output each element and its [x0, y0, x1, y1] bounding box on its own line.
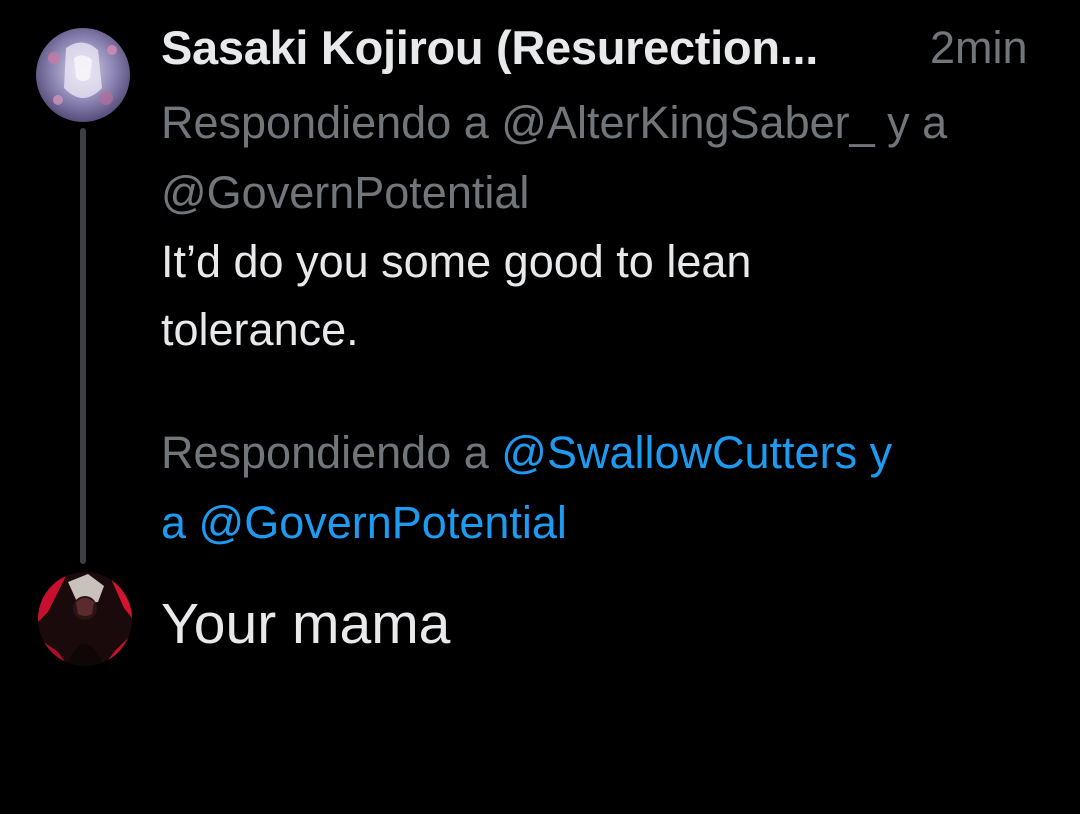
mention-governpotential-link[interactable]: a @GovernPotential	[161, 488, 1041, 558]
reply-input[interactable]: Your mama	[161, 586, 450, 662]
replying-to-line-1[interactable]: Respondiendo a @AlterKingSaber_ y a	[161, 88, 1047, 158]
replying-to-line-2[interactable]: @GovernPotential	[161, 158, 1047, 228]
tweet-text-line-2: tolerance.	[161, 304, 359, 355]
author-name[interactable]: Sasaki Kojirou (Resurection...	[161, 18, 818, 78]
avatar-image	[38, 572, 132, 666]
avatar-image	[36, 28, 130, 122]
reply-replying-to: Respondiendo a @SwallowCutters y a @Gove…	[161, 418, 1041, 558]
tweet-text: It’d do you some good to lean tolerance.	[161, 228, 1041, 364]
tweet-timestamp[interactable]: 2min	[930, 18, 1028, 78]
reply-replying-to-line-1: Respondiendo a @SwallowCutters y	[161, 418, 1041, 488]
tweet-text-line-1: It’d do you some good to lean	[161, 236, 752, 287]
replying-to-prefix: Respondiendo a	[161, 427, 502, 478]
tweet-replying-to: Respondiendo a @AlterKingSaber_ y a @Gov…	[161, 88, 1047, 228]
mention-swallowcutters-link[interactable]: @SwallowCutters y	[501, 427, 892, 478]
tweet-header: Sasaki Kojirou (Resurection... 2min	[161, 18, 1061, 78]
author-avatar[interactable]	[36, 28, 130, 122]
reply-author-avatar[interactable]	[38, 572, 132, 666]
thread-connector-line	[80, 128, 86, 564]
